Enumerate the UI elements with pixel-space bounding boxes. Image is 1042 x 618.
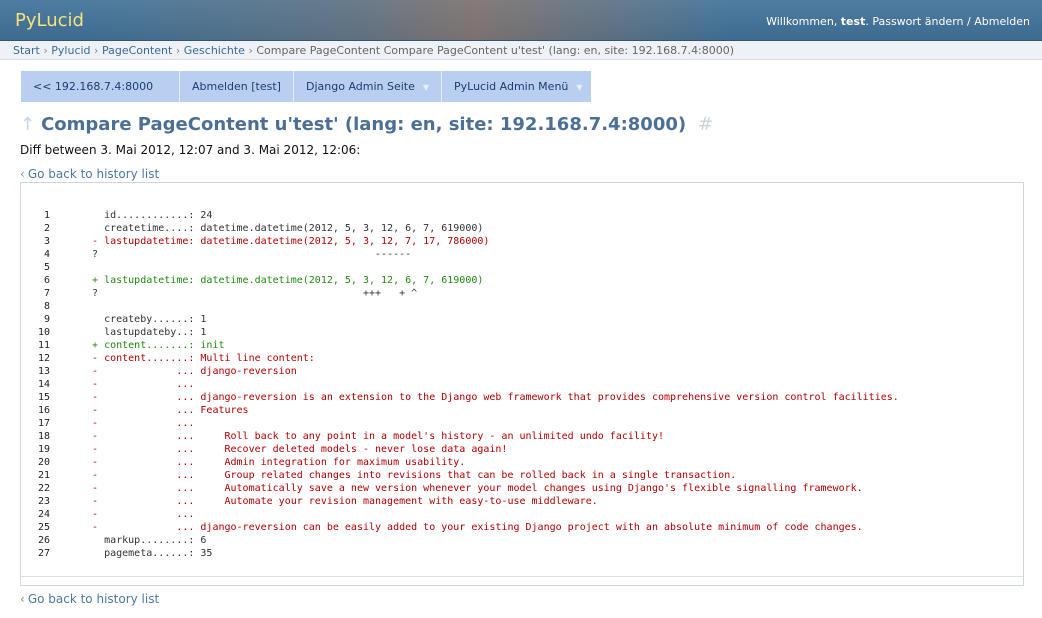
diff-line-text: pagemeta......: 35 bbox=[80, 548, 213, 559]
diff-line-text: - ... Roll back to any point in a model'… bbox=[80, 431, 664, 442]
username: test bbox=[840, 15, 866, 28]
diff-line-number: 3 bbox=[43, 236, 50, 247]
menu-back-to-site[interactable]: << 192.168.7.4:8000 bbox=[21, 71, 180, 102]
change-password-link[interactable]: Passwort ändern bbox=[872, 15, 963, 28]
diff-line-text: - ... bbox=[80, 418, 195, 429]
breadcrumb-pylucid[interactable]: Pylucid bbox=[51, 44, 90, 57]
diff-line-text: - ... django-reversion can be easily add… bbox=[80, 522, 863, 533]
breadcrumb-separator: › bbox=[175, 44, 181, 57]
diff-line-text: ? +++ + ^ bbox=[80, 288, 418, 299]
diff-line-number: 23 bbox=[37, 496, 50, 507]
dropdown-arrow-icon: ▼ bbox=[576, 83, 583, 92]
diff-line-number: 14 bbox=[37, 379, 50, 390]
diff-info: Diff between 3. Mai 2012, 12:07 and 3. M… bbox=[20, 143, 361, 157]
diff-line-number: 10 bbox=[37, 327, 50, 338]
menu-back-to-site-label: << 192.168.7.4:8000 bbox=[33, 80, 154, 93]
diff-line-text: - ... Recover deleted models - never los… bbox=[80, 444, 508, 455]
diff-panel-divider bbox=[21, 576, 1023, 577]
diff-line-text: - lastupdatetime: datetime.datetime(2012… bbox=[80, 236, 490, 247]
diff-line-text: createby......: 1 bbox=[80, 314, 207, 325]
diff-line-text: - ... Automate your revision management … bbox=[80, 496, 598, 507]
diff-line-text: createtime....: datetime.datetime(2012, … bbox=[80, 223, 484, 234]
menu-django-admin[interactable]: Django Admin Seite ▼ bbox=[294, 71, 442, 102]
diff-line-number: 26 bbox=[37, 535, 50, 546]
diff-line-number: 19 bbox=[37, 444, 50, 455]
diff-line-number: 24 bbox=[37, 509, 50, 520]
page-title-text: Compare PageContent u'test' (lang: en, s… bbox=[41, 114, 687, 135]
dropdown-arrow-icon: ▼ bbox=[422, 83, 430, 92]
diff-line-text: - content.......: Multi line content: bbox=[80, 353, 315, 364]
back-link-label: Go back to history list bbox=[27, 592, 160, 606]
chevron-left-icon: ‹ bbox=[20, 167, 25, 181]
breadcrumb-pagecontent[interactable]: PageContent bbox=[102, 44, 172, 57]
menu-pylucid-admin[interactable]: PyLucid Admin Menü ▼ bbox=[442, 71, 591, 102]
diff-line-number: 15 bbox=[37, 392, 50, 403]
diff-line-text: - ... Automatically save a new version w… bbox=[80, 483, 863, 494]
breadcrumb-current: Compare PageContent Compare PageContent … bbox=[256, 44, 735, 57]
diff-line-number: 18 bbox=[37, 431, 50, 442]
diff-line-text: - ... Group related changes into revisio… bbox=[80, 470, 737, 481]
breadcrumb-start[interactable]: Start bbox=[13, 44, 40, 57]
page-title: ↑ Compare PageContent u'test' (lang: en, … bbox=[20, 114, 713, 135]
diff-line-text: lastupdateby..: 1 bbox=[80, 327, 207, 338]
diff-line-number: 25 bbox=[37, 522, 50, 533]
diff-line-number: 8 bbox=[43, 301, 50, 312]
diff-line-number: 20 bbox=[37, 457, 50, 468]
diff-line-number: 17 bbox=[37, 418, 50, 429]
diff-line-number: 7 bbox=[43, 288, 50, 299]
breadcrumb-separator: › bbox=[248, 44, 253, 57]
breadcrumb: Start › Pylucid › PageContent › Geschich… bbox=[0, 41, 1042, 60]
diff-line-number: 13 bbox=[37, 366, 50, 377]
diff-line-text: - ... bbox=[80, 509, 195, 520]
diff-line-text: id............: 24 bbox=[80, 210, 213, 221]
breadcrumb-separator: › bbox=[94, 44, 99, 57]
diff-line-number: 16 bbox=[37, 405, 50, 416]
diff-line-text: - ... django-reversion bbox=[80, 366, 297, 377]
back-to-history-link[interactable]: ‹ Go back to history list bbox=[20, 167, 159, 181]
diff-line-number: 1 bbox=[43, 210, 50, 221]
up-arrow-icon[interactable]: ↑ bbox=[20, 114, 35, 135]
diff-line-number: 5 bbox=[43, 262, 50, 273]
diff-line-text: + lastupdatetime: datetime.datetime(2012… bbox=[80, 275, 484, 286]
back-to-history-link[interactable]: ‹ Go back to history list bbox=[20, 592, 159, 606]
diff-line-number: 27 bbox=[37, 548, 50, 559]
diff-line-text: - ... Admin integration for maximum usab… bbox=[80, 457, 466, 468]
logout-link[interactable]: Abmelden bbox=[974, 15, 1030, 28]
site-header: PyLucid Willkommen, test. Passwort änder… bbox=[0, 0, 1042, 41]
diff-line-number: 12 bbox=[37, 353, 50, 364]
menu-django-admin-label: Django Admin Seite bbox=[306, 80, 415, 93]
menu-logout[interactable]: Abmelden [test] bbox=[180, 71, 294, 102]
menu-logout-label: Abmelden [test] bbox=[192, 80, 281, 93]
admin-menubar: << 192.168.7.4:8000 Abmelden [test] Djan… bbox=[21, 71, 591, 102]
diff-line-text: - ... django-reversion is an extension t… bbox=[80, 392, 899, 403]
diff-line-number: 11 bbox=[37, 340, 50, 351]
diff-line-number: 21 bbox=[37, 470, 50, 481]
diff-line-text: + content.......: init bbox=[80, 340, 225, 351]
breadcrumb-history[interactable]: Geschichte bbox=[184, 44, 245, 57]
user-nav-separator: / bbox=[967, 15, 971, 28]
diff-line-number: 4 bbox=[43, 249, 50, 260]
diff-line-text: ? ------ bbox=[80, 249, 412, 260]
diff-line-number: 2 bbox=[43, 223, 50, 234]
diff-line-number: 6 bbox=[43, 275, 50, 286]
diff-line-number: 22 bbox=[37, 483, 50, 494]
header-decoration bbox=[90, 0, 730, 40]
menu-pylucid-admin-label: PyLucid Admin Menü bbox=[454, 80, 569, 93]
welcome-text: Willkommen, bbox=[766, 15, 838, 28]
permalink-icon[interactable]: # bbox=[698, 114, 713, 135]
user-nav: Willkommen, test. Passwort ändern / Abme… bbox=[766, 15, 1030, 28]
diff-line-text: markup........: 6 bbox=[80, 535, 207, 546]
chevron-left-icon: ‹ bbox=[20, 592, 25, 606]
diff-line-text: - ... Features bbox=[80, 405, 249, 416]
diff-panel: 1 id............: 24 2 createtime....: da… bbox=[20, 182, 1024, 586]
diff-line-number: 9 bbox=[43, 314, 50, 325]
diff-line-text: - ... bbox=[80, 379, 195, 390]
back-link-label: Go back to history list bbox=[27, 167, 160, 181]
breadcrumb-separator: › bbox=[43, 44, 48, 57]
site-logo-text[interactable]: PyLucid bbox=[15, 10, 84, 31]
